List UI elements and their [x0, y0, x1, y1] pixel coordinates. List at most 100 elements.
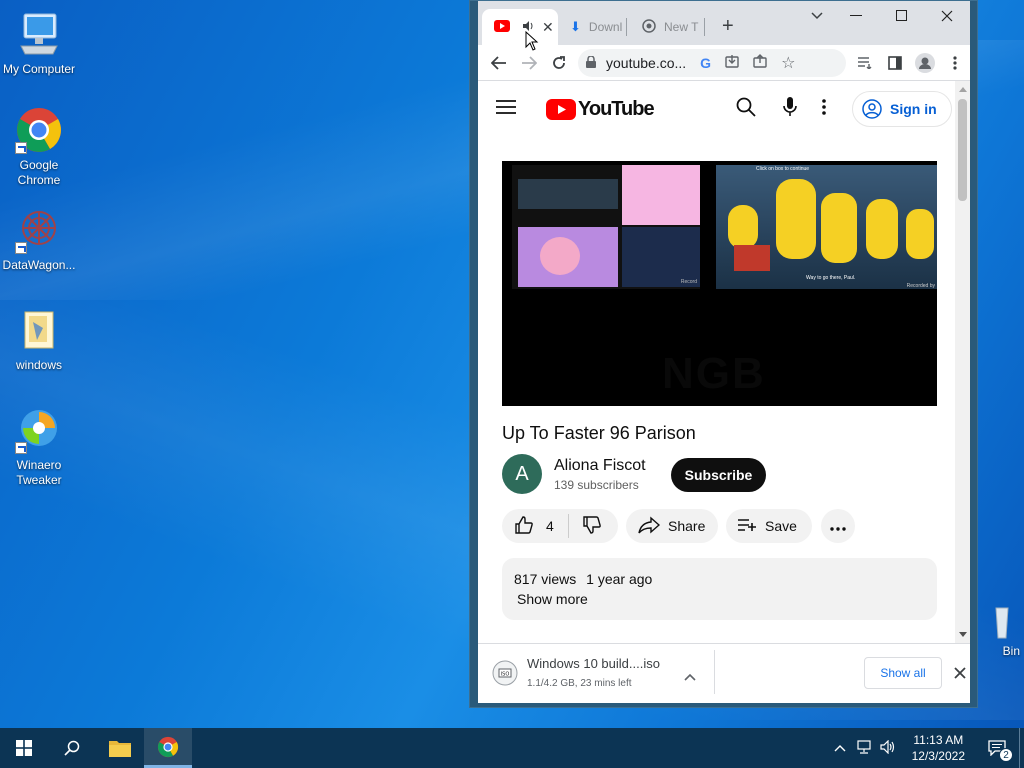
youtube-logo-icon — [546, 98, 576, 120]
taskbar-file-explorer[interactable] — [96, 728, 144, 768]
like-button[interactable] — [514, 515, 534, 538]
like-count: 4 — [546, 518, 554, 534]
subscriber-count: 139 subscribers — [554, 477, 639, 492]
channel-name[interactable]: Aliona Fiscot — [554, 457, 646, 475]
tab-youtube[interactable]: ✕ — [482, 9, 558, 45]
more-actions-button[interactable] — [821, 509, 855, 543]
close-tab-icon[interactable]: ✕ — [542, 19, 554, 36]
tab-downloads[interactable]: ⬇ Downl — [568, 9, 634, 45]
menu-kebab-icon[interactable] — [940, 48, 970, 78]
show-more-link[interactable]: Show more — [517, 591, 588, 607]
save-label: Save — [765, 518, 797, 534]
share-icon[interactable] — [753, 54, 767, 71]
title-bar: ✕ ⬇ Downl New T + — [478, 1, 970, 45]
description-box[interactable]: 817 views 1 year ago Show more — [502, 558, 937, 620]
chrome-icon — [157, 736, 179, 757]
clock-date: 12/3/2022 — [911, 749, 965, 763]
show-all-button[interactable]: Show all — [864, 657, 942, 689]
tab-new-tab[interactable]: New T — [642, 9, 712, 45]
back-arrow-icon[interactable] — [484, 48, 514, 78]
start-button[interactable] — [0, 728, 48, 768]
video-frame-right: Click on box to continue Way to go there… — [716, 165, 937, 289]
profile-avatar-icon[interactable] — [910, 48, 940, 78]
video-player[interactable]: Record Click on box to continue Way to g… — [502, 161, 937, 406]
reload-icon[interactable] — [544, 48, 574, 78]
volume-icon[interactable] — [876, 739, 902, 757]
desktop-icon-label: My Computer — [2, 62, 76, 76]
channel-avatar[interactable]: A — [502, 454, 542, 494]
video-frame-left: Record — [512, 165, 700, 289]
sign-in-label: Sign in — [890, 101, 937, 117]
new-tab-plus-icon[interactable]: + — [722, 15, 734, 38]
action-center-button[interactable]: 2 — [975, 728, 1019, 768]
bookmark-star-icon[interactable]: ☆ — [781, 53, 795, 73]
minion-character — [906, 209, 934, 259]
settings-kebab-icon[interactable] — [822, 98, 826, 120]
account-icon — [862, 99, 882, 119]
like-dislike-group: 4 — [502, 509, 618, 543]
minion-character — [776, 179, 816, 259]
taskbar-chrome[interactable] — [144, 728, 192, 768]
youtube-wordmark: YouTube — [578, 97, 655, 120]
taskbar-search-button[interactable] — [48, 728, 96, 768]
sign-in-button[interactable]: Sign in — [852, 91, 952, 127]
view-count: 817 views — [514, 571, 577, 587]
show-hidden-icons-chevron-icon[interactable] — [828, 741, 852, 755]
google-lens-icon[interactable]: G — [700, 55, 711, 71]
network-icon[interactable] — [852, 739, 876, 757]
page-content: YouTube Sign in Record Click on box to c… — [478, 81, 970, 643]
desktop-icon-my-computer[interactable]: My Computer — [0, 10, 78, 77]
show-desktop-button[interactable] — [1019, 728, 1024, 768]
reading-list-icon[interactable] — [850, 48, 880, 78]
upload-age: 1 year ago — [586, 571, 653, 587]
download-filename[interactable]: Windows 10 build....iso — [527, 656, 660, 671]
scroll-up-arrow-icon[interactable] — [959, 86, 967, 92]
address-bar[interactable]: youtube.co... G ☆ — [578, 48, 846, 77]
divider — [567, 514, 569, 538]
browser-toolbar: youtube.co... G ☆ — [478, 45, 970, 81]
desktop-icon-label: Google Chrome — [17, 158, 61, 187]
desktop-icon-datawagon[interactable]: DataWagon... — [0, 206, 78, 273]
desktop-icon-winaero-tweaker[interactable]: Winaero Tweaker — [0, 406, 78, 488]
scroll-down-arrow-icon[interactable] — [959, 632, 967, 638]
mouse-cursor-icon — [525, 30, 539, 56]
thumbs-up-icon — [515, 515, 533, 534]
chrome-favicon — [642, 18, 656, 36]
subscribe-button[interactable]: Subscribe — [671, 458, 766, 492]
shortcut-arrow-icon — [15, 242, 27, 254]
microphone-icon[interactable] — [783, 96, 797, 122]
maximize-icon[interactable] — [879, 1, 925, 31]
video-title: Up To Faster 96 Parison — [502, 423, 696, 443]
add-to-playlist-icon — [737, 517, 757, 536]
desktop-icon-label: Winaero Tweaker — [16, 458, 62, 487]
youtube-logo[interactable]: YouTube — [546, 97, 655, 121]
iso-file-icon: ISO — [492, 660, 518, 691]
record-small-text: Record — [680, 279, 697, 285]
minimize-icon[interactable] — [833, 1, 879, 31]
download-options-chevron-icon[interactable] — [684, 668, 696, 686]
clock[interactable]: 11:13 AM 12/3/2022 — [902, 732, 975, 764]
search-icon[interactable] — [736, 97, 756, 122]
close-window-icon[interactable] — [924, 1, 970, 31]
svg-text:ISO: ISO — [501, 672, 510, 678]
dislike-button[interactable] — [582, 515, 602, 538]
desktop-icon-windows-folder[interactable]: windows — [0, 306, 78, 373]
close-download-shelf-icon[interactable] — [954, 666, 966, 684]
datawagon-icon — [15, 206, 63, 254]
install-app-icon[interactable] — [725, 54, 739, 71]
chrome-icon — [15, 106, 63, 154]
side-panel-icon[interactable] — [880, 48, 910, 78]
hamburger-menu-icon[interactable] — [496, 99, 516, 120]
video-scene-pink — [622, 165, 700, 225]
tab-divider — [704, 18, 706, 36]
desktop-icon-google-chrome[interactable]: Google Chrome — [0, 106, 78, 188]
page-scrollbar[interactable] — [955, 81, 970, 643]
scrollbar-thumb[interactable] — [958, 99, 967, 201]
url-text: youtube.co... — [606, 54, 687, 71]
notification-count-badge: 2 — [999, 748, 1013, 762]
share-button[interactable]: Share — [626, 509, 718, 543]
share-label: Share — [668, 518, 706, 534]
save-button[interactable]: Save — [726, 509, 812, 543]
download-status: 1.1/4.2 GB, 23 mins left — [527, 678, 632, 689]
system-tray: 11:13 AM 12/3/2022 2 — [828, 728, 1024, 768]
